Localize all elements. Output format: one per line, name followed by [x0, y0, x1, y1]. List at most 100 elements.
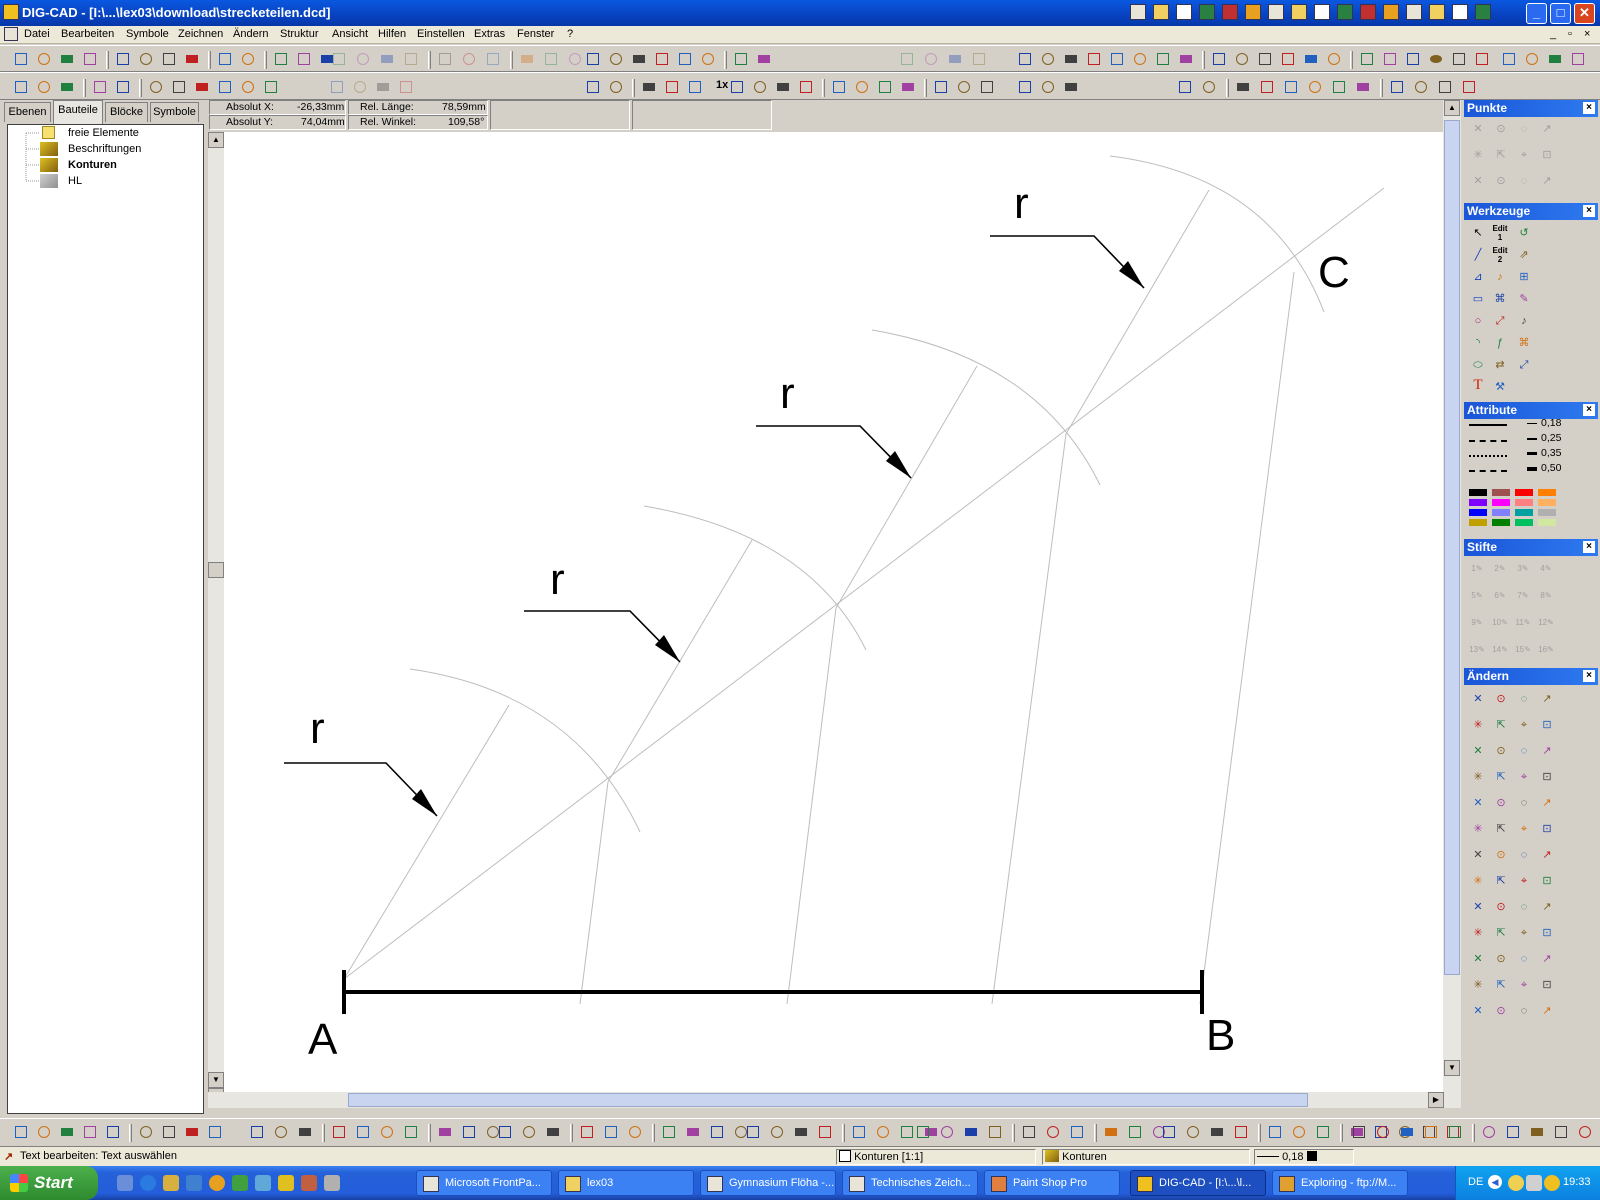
modify-tool-icon[interactable]: ◌ — [1515, 742, 1533, 760]
part-toolbar-button-icon[interactable] — [1258, 78, 1276, 96]
color-swatch[interactable] — [1538, 499, 1556, 506]
layer-button-icon[interactable] — [58, 1123, 76, 1141]
pen-14-button[interactable]: 14✎ — [1490, 641, 1510, 659]
help-toolbar-button-icon[interactable] — [1500, 50, 1518, 68]
quick-launch-icon[interactable] — [1199, 4, 1215, 20]
view-toolbar-button-icon[interactable] — [193, 78, 211, 96]
pen-6-button[interactable]: 6✎ — [1490, 587, 1510, 605]
layer-button-icon[interactable] — [183, 1123, 201, 1141]
status-linewidth[interactable]: 0,18 — [1254, 1149, 1354, 1165]
modify-toolbar-button-icon[interactable] — [1131, 50, 1149, 68]
draw-button-icon[interactable] — [354, 1123, 372, 1141]
desktop-icon[interactable] — [117, 1175, 133, 1191]
modify-tool-icon[interactable]: ⌖ — [1515, 768, 1533, 786]
doc-close-button[interactable]: × — [1584, 28, 1590, 40]
edit-toolbar-button-icon[interactable] — [378, 50, 396, 68]
modify-tool-icon[interactable]: ⊡ — [1538, 768, 1556, 786]
modify-tool-icon[interactable]: ⌖ — [1515, 716, 1533, 734]
modify-tool-icon[interactable]: ◌ — [1515, 794, 1533, 812]
maximize-button[interactable]: □ — [1550, 3, 1571, 24]
zoom-toolbar-button-icon[interactable] — [751, 78, 769, 96]
text-tool-icon[interactable]: T — [1469, 376, 1487, 394]
view-toolbar-button-icon[interactable] — [91, 78, 109, 96]
toolbar-button-icon[interactable] — [183, 50, 201, 68]
task-lex03[interactable]: lex03 — [558, 1170, 694, 1196]
modify-tool-icon[interactable]: ⊙ — [1492, 690, 1510, 708]
modify-tool-icon[interactable]: ⊙ — [1492, 742, 1510, 760]
zoom-toolbar-button-icon[interactable] — [607, 78, 625, 96]
draw-button-icon[interactable] — [436, 1123, 454, 1141]
zoom-toolbar-button-icon[interactable] — [797, 78, 815, 96]
scroll-down-icon[interactable]: ▼ — [208, 1072, 224, 1088]
point-tool-icon[interactable]: ◌ — [1515, 172, 1533, 190]
color-swatch[interactable] — [1492, 519, 1510, 526]
tree-item-beschriftungen[interactable]: Beschriftungen — [68, 143, 141, 155]
draw-tool-icon[interactable]: ⌘ — [1515, 334, 1533, 352]
menu-hilfen[interactable]: Hilfen — [378, 28, 406, 40]
extra-button-icon[interactable] — [1576, 1123, 1594, 1141]
modify-tool-icon[interactable]: ✕ — [1469, 898, 1487, 916]
pen-10-button[interactable]: 10✎ — [1490, 614, 1510, 632]
point-tool-icon[interactable]: ⊙ — [1492, 120, 1510, 138]
pen-7-button[interactable]: 7✎ — [1513, 587, 1533, 605]
color-swatch[interactable] — [1538, 509, 1556, 516]
layer-button-icon[interactable] — [160, 1123, 178, 1141]
close-icon[interactable]: × — [1583, 404, 1595, 416]
quick-launch-icon[interactable] — [1475, 4, 1491, 20]
drawing-canvas[interactable]: A B C r r r r — [224, 132, 1443, 1092]
dimension-button-icon[interactable] — [768, 1123, 786, 1141]
doc-restore-button[interactable]: ▫ — [1568, 28, 1572, 40]
hatch-button-icon[interactable] — [962, 1123, 980, 1141]
menu-datei[interactable]: Datei — [24, 28, 50, 40]
zoom-toolbar-button-icon[interactable] — [774, 78, 792, 96]
tab-symbole[interactable]: Symbole — [150, 102, 199, 122]
modify-tool-icon[interactable]: ⌖ — [1515, 820, 1533, 838]
help-toolbar-button-icon[interactable] — [1546, 50, 1564, 68]
attr-toolbar-button-icon[interactable] — [1016, 78, 1034, 96]
draw-tool-icon[interactable]: ⌘ — [1491, 290, 1509, 308]
point-tool-icon[interactable]: ⇱ — [1492, 146, 1510, 164]
menu-bearbeiten[interactable]: Bearbeiten — [61, 28, 114, 40]
task-frontpage[interactable]: Microsoft FrontPa... — [416, 1170, 552, 1196]
document-icon[interactable] — [4, 27, 18, 41]
ellipse-tool-icon[interactable]: ⬭ — [1469, 356, 1487, 374]
modify-toolbar-button-icon[interactable] — [1085, 50, 1103, 68]
view-toolbar-button-icon[interactable] — [170, 78, 188, 96]
menu-extras[interactable]: Extras — [474, 28, 505, 40]
panel-header-stifte[interactable]: Stifte × — [1464, 539, 1598, 556]
extra-button-icon[interactable] — [1552, 1123, 1570, 1141]
quicklaunch-icon[interactable] — [186, 1175, 202, 1191]
toolbar-button-icon[interactable] — [272, 50, 290, 68]
color-swatch[interactable] — [1515, 509, 1533, 516]
part-toolbar-button-icon[interactable] — [1388, 78, 1406, 96]
color-swatch[interactable] — [1469, 499, 1487, 506]
panel-header-punkte[interactable]: Punkte × — [1464, 100, 1598, 117]
modify-tool-icon[interactable]: ↗ — [1538, 898, 1556, 916]
modify-tool-icon[interactable]: ⇱ — [1492, 820, 1510, 838]
pen-2-button[interactable]: 2✎ — [1490, 560, 1510, 578]
block-toolbar-button-icon[interactable] — [328, 78, 346, 96]
radius-label-3[interactable]: r — [780, 369, 795, 418]
toolbar-button-icon[interactable] — [12, 50, 30, 68]
layer-button-icon[interactable] — [81, 1123, 99, 1141]
ie-icon[interactable] — [140, 1175, 156, 1191]
draw-tool-icon[interactable]: ⇄ — [1491, 356, 1509, 374]
quick-launch-icon[interactable] — [1383, 4, 1399, 20]
language-indicator[interactable]: DE — [1468, 1176, 1483, 1188]
zoom-toolbar-button-icon[interactable] — [663, 78, 681, 96]
panel-header-werkzeuge[interactable]: Werkzeuge × — [1464, 203, 1598, 220]
close-button[interactable]: ✕ — [1574, 3, 1595, 24]
part-toolbar-button-icon[interactable] — [1306, 78, 1324, 96]
dimension-button-icon[interactable] — [874, 1123, 892, 1141]
edit-toolbar-button-icon[interactable] — [542, 50, 560, 68]
edit-toolbar-button-icon[interactable] — [330, 50, 348, 68]
line-width-1[interactable]: 0,25 — [1541, 432, 1561, 444]
canvas-right-scrollbar[interactable]: ▲ ▼ — [1443, 100, 1461, 1092]
extra-button-icon[interactable] — [1422, 1123, 1440, 1141]
hatch-button-icon[interactable] — [986, 1123, 1004, 1141]
draw-tool-icon[interactable]: ✎ — [1515, 290, 1533, 308]
line-width-2[interactable]: 0,35 — [1541, 447, 1561, 459]
modify-tool-icon[interactable]: ⊡ — [1538, 872, 1556, 890]
zoom-toolbar-button-icon[interactable] — [853, 78, 871, 96]
zoom-toolbar-button-icon[interactable] — [955, 78, 973, 96]
